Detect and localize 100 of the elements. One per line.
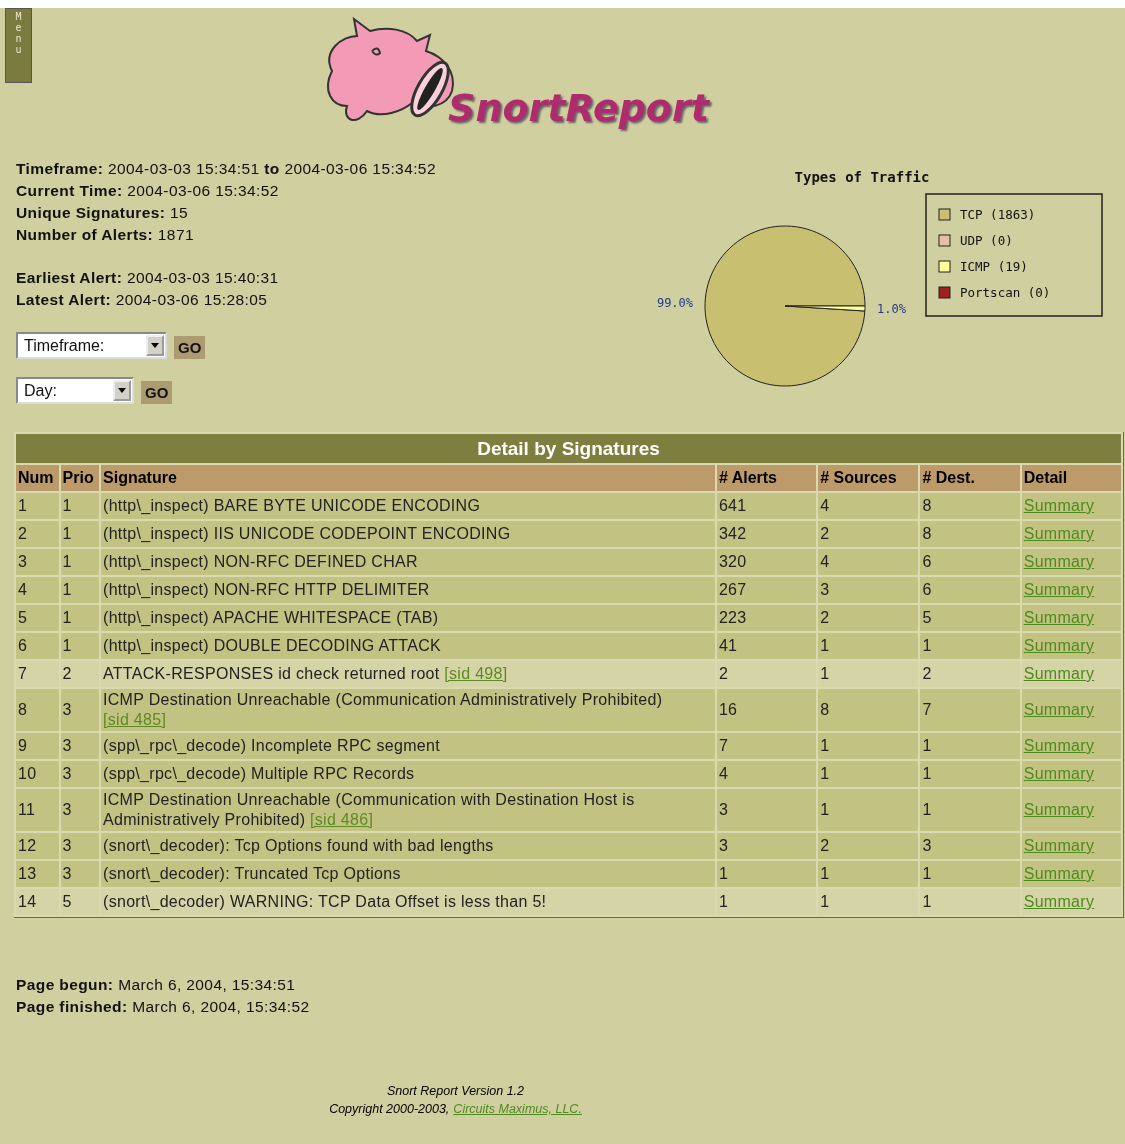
slice-percent-label: 1.0% bbox=[876, 301, 906, 316]
slice-percent-label: 99.0% bbox=[656, 296, 694, 311]
summary-link[interactable]: Summary bbox=[1023, 665, 1095, 682]
table-cell-text: 8 bbox=[819, 700, 831, 720]
copyright-text: Copyright 2000-2003, bbox=[329, 1101, 450, 1118]
column-header: # Alerts bbox=[716, 465, 817, 491]
summary-link[interactable]: Summary bbox=[1023, 525, 1095, 542]
legend-label: Portscan (0) bbox=[960, 285, 1051, 300]
table-cell-text: 16 bbox=[717, 700, 739, 720]
table-cell-text: 267 bbox=[717, 580, 748, 600]
summary-line: Unique Signatures: 15 bbox=[16, 203, 190, 223]
column-header: # Dest. bbox=[920, 465, 1020, 491]
table-cell-text: 1 bbox=[921, 864, 933, 884]
table-cell-text: 3 bbox=[717, 836, 730, 856]
menu-tab[interactable]: Menu bbox=[5, 8, 32, 83]
table-cell-text: 7 bbox=[717, 736, 730, 756]
table-cell-text: 3 bbox=[61, 700, 73, 720]
summary-link[interactable]: Summary bbox=[1023, 737, 1095, 754]
summary-link[interactable]: Summary bbox=[1023, 765, 1095, 782]
caret-icon bbox=[113, 380, 131, 401]
table-cell-text: 5 bbox=[17, 608, 29, 628]
table-cell-text: 7 bbox=[921, 700, 933, 720]
summary-link[interactable]: Summary bbox=[1023, 581, 1095, 598]
table-cell-text: 3 bbox=[921, 836, 933, 856]
summary-link[interactable]: Summary bbox=[1023, 893, 1095, 910]
summary-line: Earliest Alert: 2004-03-03 15:40:31 bbox=[16, 268, 280, 288]
column-header: # Sources bbox=[818, 465, 919, 491]
sid-link[interactable]: [sid 486] bbox=[310, 811, 374, 828]
table-cell-text: (http\_inspect) IIS UNICODE CODEPOINT ENCODING bbox=[102, 524, 512, 544]
table-cell-text: 320 bbox=[717, 552, 748, 572]
table-cell-text: 1 bbox=[921, 636, 933, 656]
table-cell-text: 641 bbox=[717, 496, 748, 516]
table-cell-text: 1 bbox=[921, 736, 933, 756]
summary-link[interactable]: Summary bbox=[1023, 837, 1095, 854]
table-cell-text: 8 bbox=[17, 700, 29, 720]
summary-link[interactable]: Summary bbox=[1023, 637, 1095, 654]
table-cell-text: (snort\_decoder): Tcp Options found with bad lengths bbox=[102, 836, 495, 856]
legend-label: ICMP (19) bbox=[960, 259, 1028, 274]
table-cell-text: 1 bbox=[819, 892, 831, 912]
table-cell-text: 6 bbox=[921, 552, 933, 572]
table-cell-text: ICMP Destination Unreachable (Communication with Destination Host is Administratively Prohibited) [sid 486] bbox=[102, 790, 636, 830]
table-cell-text: 6 bbox=[17, 636, 29, 656]
table-cell-text: 342 bbox=[717, 524, 748, 544]
table-title: Detail by Signatures bbox=[16, 434, 1121, 463]
go-button[interactable]: GO bbox=[174, 336, 206, 359]
table-cell-text: 12 bbox=[17, 836, 38, 856]
table-cell-text: 41 bbox=[717, 636, 739, 656]
table-cell-text: 3 bbox=[819, 580, 831, 600]
table-cell-text: 1 bbox=[61, 524, 73, 544]
table-cell-text: 4 bbox=[819, 552, 831, 572]
table-cell-text: 3 bbox=[61, 836, 73, 856]
table-cell-text: 14 bbox=[17, 892, 38, 912]
table-cell-text: 1 bbox=[921, 892, 933, 912]
select-dropdown[interactable]: Timeframe: bbox=[16, 332, 167, 359]
summary-link[interactable]: Summary bbox=[1023, 701, 1095, 718]
table-cell-text: 3 bbox=[61, 736, 73, 756]
table-cell-text: 2 bbox=[717, 664, 730, 684]
chart-title: Types of Traffic bbox=[794, 169, 930, 185]
table-cell-text: 6 bbox=[921, 580, 933, 600]
timing-line: Page begun: March 6, 2004, 15:34:51 bbox=[16, 975, 297, 995]
table-cell-text: 1 bbox=[61, 496, 73, 516]
table-cell-text: 1 bbox=[921, 800, 933, 820]
sid-link[interactable]: [sid 498] bbox=[444, 665, 508, 682]
table-cell-text: 2 bbox=[921, 664, 933, 684]
table-cell-text: (http\_inspect) DOUBLE DECODING ATTACK bbox=[102, 636, 443, 656]
column-header: Signature bbox=[101, 465, 715, 491]
table-cell-text: 5 bbox=[61, 892, 73, 912]
column-header: Num bbox=[16, 465, 59, 491]
table-cell-text: 3 bbox=[717, 800, 730, 820]
table-cell-text: 1 bbox=[61, 552, 73, 572]
table-cell-text: 1 bbox=[61, 608, 73, 628]
table-cell-text: ICMP Destination Unreachable (Communication Administratively Prohibited) [sid 485] bbox=[102, 690, 664, 730]
table-cell-text: (spp\_rpc\_decode) Incomplete RPC segment bbox=[102, 736, 441, 756]
select-dropdown[interactable]: Day: bbox=[16, 377, 134, 404]
table-cell-text: 1 bbox=[61, 636, 73, 656]
summary-link[interactable]: Summary bbox=[1023, 801, 1095, 818]
table-cell-text: 2 bbox=[819, 836, 831, 856]
table-cell-text: 2 bbox=[61, 664, 73, 684]
table-cell-text: 13 bbox=[17, 864, 38, 884]
summary-link[interactable]: Summary bbox=[1023, 553, 1095, 570]
column-header: Detail bbox=[1021, 465, 1121, 491]
table-cell-text: 1 bbox=[921, 764, 933, 784]
go-button[interactable]: GO bbox=[141, 381, 173, 404]
company-link[interactable]: Circuits Maximus, LLC. bbox=[453, 1100, 582, 1118]
table-cell-text: (http\_inspect) NON-RFC HTTP DELIMITER bbox=[102, 580, 431, 600]
summary-link[interactable]: Summary bbox=[1023, 609, 1095, 626]
table-cell-text: 3 bbox=[17, 552, 29, 572]
table-cell-text: 3 bbox=[61, 800, 73, 820]
table-cell-text: 10 bbox=[17, 764, 38, 784]
table-cell-text: (snort\_decoder) WARNING: TCP Data Offset is less than 5! bbox=[102, 892, 548, 912]
table-cell-text: 7 bbox=[17, 664, 29, 684]
table-cell-text: (http\_inspect) APACHE WHITESPACE (TAB) bbox=[102, 608, 440, 628]
table-cell-text: 1 bbox=[819, 664, 831, 684]
table-cell-text: 1 bbox=[717, 864, 730, 884]
table-cell-text: 2 bbox=[17, 524, 29, 544]
summary-line: Number of Alerts: 1871 bbox=[16, 225, 195, 245]
summary-link[interactable]: Summary bbox=[1023, 497, 1095, 514]
sid-link[interactable]: [sid 485] bbox=[103, 711, 167, 728]
table-cell-text: 8 bbox=[921, 524, 933, 544]
summary-link[interactable]: Summary bbox=[1023, 865, 1095, 882]
